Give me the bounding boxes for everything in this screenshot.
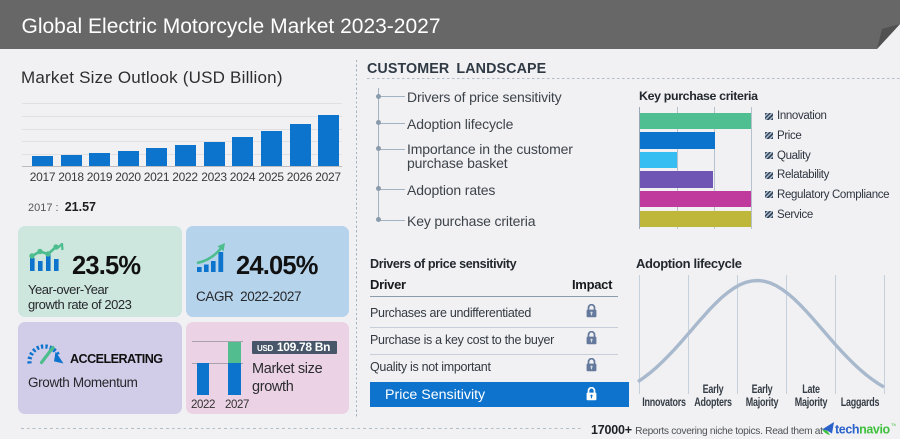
svg-text:technavio: technavio	[835, 423, 891, 437]
svg-text:TM: TM	[891, 422, 896, 427]
